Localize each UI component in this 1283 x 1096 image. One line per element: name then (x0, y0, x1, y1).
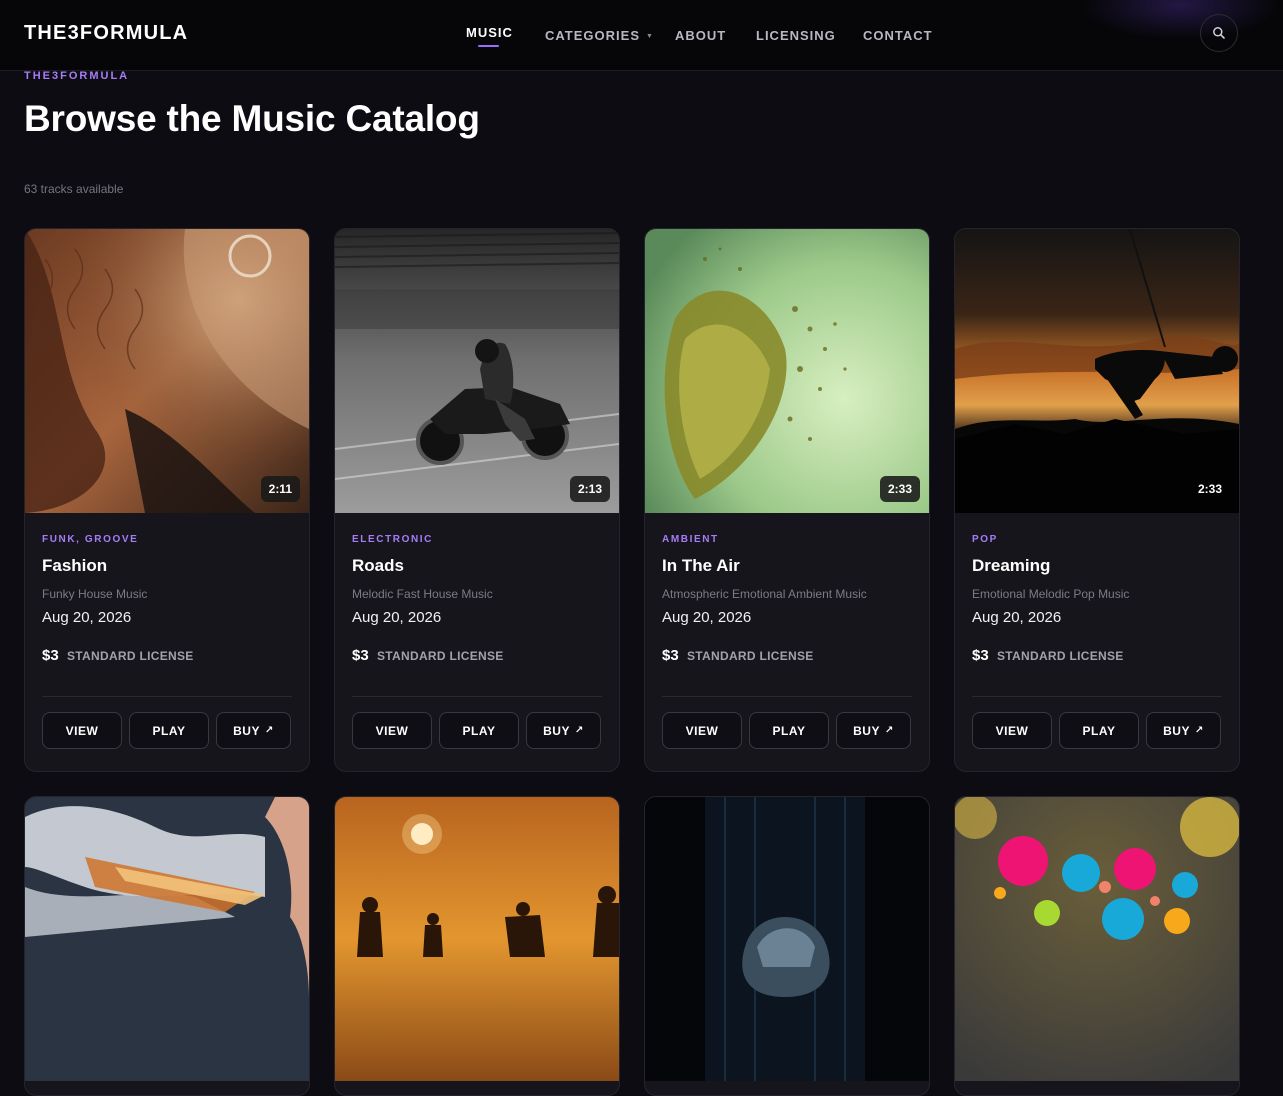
track-price: $3 (42, 647, 59, 664)
duration-badge: 2:11 (260, 476, 300, 502)
page-title: Browse the Music Catalog (24, 98, 480, 139)
divider (42, 696, 292, 697)
header-glow (1080, 0, 1280, 40)
view-button[interactable]: VIEW (662, 712, 742, 749)
nav-about[interactable]: ABOUT (675, 28, 726, 43)
duration-badge: 2:33 (879, 476, 920, 502)
buy-label: BUY (233, 723, 260, 738)
track-card[interactable] (954, 796, 1240, 1096)
nav-categories-label: CATEGORIES (545, 28, 640, 43)
divider (972, 696, 1222, 697)
divider (662, 696, 912, 697)
play-button[interactable]: PLAY (439, 712, 519, 749)
buy-button[interactable]: BUY ↗ (216, 712, 291, 749)
track-date: Aug 20, 2026 (352, 609, 442, 626)
track-genre: ELECTRONIC (352, 534, 433, 545)
site-header: THE3FORMULA MUSIC CATEGORIES ▼ ABOUT LICE… (0, 0, 1283, 71)
buy-label: BUY (543, 723, 570, 738)
duration-badge: 2:33 (1197, 482, 1222, 496)
track-price: $3 (972, 647, 989, 664)
track-artwork[interactable] (955, 229, 1239, 513)
track-subtitle: Funky House Music (42, 587, 148, 601)
track-date: Aug 20, 2026 (662, 609, 752, 626)
track-artwork[interactable] (645, 229, 929, 513)
track-title[interactable]: In The Air (662, 556, 740, 576)
page-eyebrow: THE3FORMULA (24, 70, 130, 82)
track-artwork[interactable] (25, 797, 309, 1081)
track-artwork[interactable] (25, 229, 309, 513)
track-date: Aug 20, 2026 (42, 609, 132, 626)
track-artwork[interactable] (955, 797, 1239, 1081)
track-title[interactable]: Fashion (42, 556, 107, 576)
site-logo[interactable]: THE3FORMULA (24, 22, 188, 45)
view-button[interactable]: VIEW (972, 712, 1052, 749)
view-button[interactable]: VIEW (42, 712, 122, 749)
view-button[interactable]: VIEW (352, 712, 432, 749)
nav-licensing[interactable]: LICENSING (756, 28, 836, 43)
buy-button[interactable]: BUY ↗ (836, 712, 911, 749)
search-button[interactable] (1200, 14, 1238, 52)
track-subtitle: Emotional Melodic Pop Music (972, 587, 1130, 601)
license-label: STANDARD LICENSE (377, 649, 504, 663)
nav-categories[interactable]: CATEGORIES ▼ (545, 28, 654, 43)
track-genre: POP (972, 534, 998, 545)
track-card[interactable] (644, 796, 930, 1096)
track-card[interactable]: 2:33 AMBIENT In The Air Atmospheric Emot… (644, 228, 930, 772)
nav-active-indicator (478, 45, 499, 47)
track-subtitle: Melodic Fast House Music (352, 587, 493, 601)
play-button[interactable]: PLAY (749, 712, 829, 749)
external-link-icon: ↗ (1194, 725, 1204, 736)
track-card[interactable] (24, 796, 310, 1096)
track-title[interactable]: Roads (352, 556, 404, 576)
track-price: $3 (352, 647, 369, 664)
duration-badge: 2:13 (569, 476, 610, 502)
track-count: 63 tracks available (24, 182, 124, 196)
track-card[interactable]: 2:11 FUNK, GROOVE Fashion Funky House Mu… (24, 228, 310, 772)
buy-label: BUY (853, 723, 880, 738)
nav-music[interactable]: MUSIC (466, 25, 513, 40)
track-genre: FUNK, GROOVE (42, 534, 139, 545)
nav-contact[interactable]: CONTACT (863, 28, 933, 43)
track-subtitle: Atmospheric Emotional Ambient Music (662, 587, 867, 601)
license-label: STANDARD LICENSE (997, 649, 1124, 663)
license-label: STANDARD LICENSE (687, 649, 814, 663)
track-price: $3 (662, 647, 679, 664)
external-link-icon: ↗ (884, 725, 894, 736)
chevron-down-icon: ▼ (646, 33, 654, 40)
track-card[interactable] (334, 796, 620, 1096)
track-genre: AMBIENT (662, 534, 719, 545)
play-button[interactable]: PLAY (129, 712, 209, 749)
divider (352, 696, 602, 697)
external-link-icon: ↗ (574, 725, 584, 736)
search-icon (1213, 27, 1225, 39)
track-artwork[interactable] (335, 797, 619, 1081)
external-link-icon: ↗ (264, 725, 274, 736)
buy-button[interactable]: BUY ↗ (526, 712, 601, 749)
track-card[interactable]: 2:33 POP Dreaming Emotional Melodic Pop … (954, 228, 1240, 772)
buy-label: BUY (1163, 723, 1190, 738)
track-date: Aug 20, 2026 (972, 609, 1062, 626)
track-card[interactable]: 2:13 ELECTRONIC Roads Melodic Fast House… (334, 228, 620, 772)
play-button[interactable]: PLAY (1059, 712, 1139, 749)
buy-button[interactable]: BUY ↗ (1146, 712, 1221, 749)
track-title[interactable]: Dreaming (972, 556, 1050, 576)
track-artwork[interactable] (335, 229, 619, 513)
license-label: STANDARD LICENSE (67, 649, 194, 663)
track-artwork[interactable] (645, 797, 929, 1081)
